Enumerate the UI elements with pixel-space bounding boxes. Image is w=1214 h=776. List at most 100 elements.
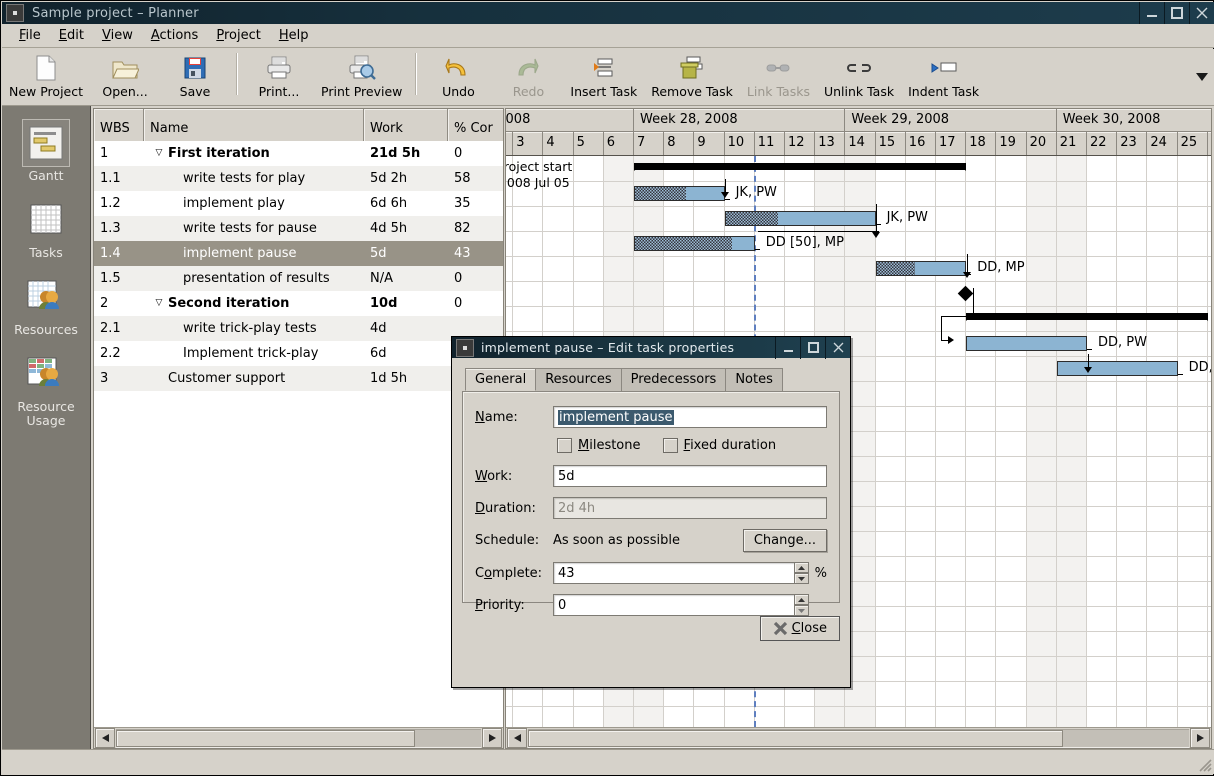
- dialog-close-button[interactable]: [825, 337, 850, 359]
- gantt-summary-bar[interactable]: [634, 163, 966, 170]
- hscroll-thumb[interactable]: [528, 730, 1063, 747]
- name-label: Name:: [475, 410, 553, 425]
- toolbar-label: Undo: [442, 84, 475, 99]
- printer-icon: [265, 54, 293, 82]
- toolbar-print[interactable]: Print...: [244, 52, 314, 99]
- table-row[interactable]: 1▽First iteration21d 5h0: [94, 141, 503, 166]
- priority-field[interactable]: 0: [553, 594, 795, 616]
- toolbar-undo[interactable]: Undo: [423, 52, 493, 99]
- dialog-tabs: General Resources Predecessors Notes: [465, 368, 840, 391]
- column-header-wbs[interactable]: WBS: [94, 109, 144, 141]
- minimize-button[interactable]: [1139, 2, 1164, 24]
- table-row[interactable]: 1.2implement play6d 6h35: [94, 191, 503, 216]
- cell-complete: 82: [448, 221, 503, 236]
- gantt-day-header: 14: [845, 132, 875, 155]
- column-header-complete[interactable]: % Cor: [448, 109, 503, 141]
- table-row[interactable]: 1.4implement pause5d43: [94, 241, 503, 266]
- toolbar-print-preview[interactable]: Print Preview: [314, 52, 409, 99]
- gantt-task-bar[interactable]: [876, 261, 967, 276]
- sidebar-item-tasks[interactable]: Tasks: [2, 197, 90, 260]
- resize-grip-icon[interactable]: [1196, 756, 1212, 772]
- menu-help[interactable]: Help: [270, 26, 318, 45]
- table-row[interactable]: 2.2Implement trick-play6d: [94, 341, 503, 366]
- name-field[interactable]: implement pause: [553, 406, 827, 428]
- gantt-bar-resource-label: JK, PW: [887, 210, 928, 225]
- gantt-hscrollbar[interactable]: [506, 727, 1211, 748]
- work-field[interactable]: 5d: [553, 465, 827, 487]
- spinner-down-button[interactable]: [794, 605, 809, 616]
- gantt-day-header: 3: [513, 132, 543, 155]
- gantt-task-bar[interactable]: [966, 336, 1087, 351]
- cell-complete: 0: [448, 146, 503, 161]
- sidebar-item-resource-usage[interactable]: Resource Usage: [2, 351, 90, 428]
- tab-resources[interactable]: Resources: [535, 368, 621, 391]
- close-button-label: Close: [792, 621, 827, 636]
- duration-row: Duration: 2d 4h: [475, 497, 827, 519]
- toolbar-remove-task[interactable]: Remove Task: [644, 52, 740, 99]
- hscroll-thumb[interactable]: [116, 730, 415, 747]
- spinner-up-button[interactable]: [794, 562, 809, 573]
- gantt-bar-resource-label: DD, MP: [977, 260, 1024, 275]
- toolbar-save[interactable]: Save: [160, 52, 230, 99]
- menu-edit[interactable]: Edit: [50, 26, 93, 45]
- toolbar-overflow-button[interactable]: [1190, 52, 1214, 102]
- gantt-task-bar[interactable]: [634, 186, 725, 201]
- toolbar-open[interactable]: Open...: [90, 52, 160, 99]
- toolbar-new-project[interactable]: New Project: [2, 52, 90, 99]
- close-button[interactable]: [1189, 2, 1214, 24]
- toolbar-unlink-task[interactable]: Unlink Task: [817, 52, 901, 99]
- sidebar-item-resources[interactable]: Resources: [2, 274, 90, 337]
- hscroll-track[interactable]: [116, 729, 481, 748]
- dialog-maximize-button[interactable]: [800, 337, 825, 359]
- hscroll-track[interactable]: [528, 729, 1189, 748]
- table-row[interactable]: 1.3write tests for pause4d 5h82: [94, 216, 503, 241]
- sidebar-item-gantt[interactable]: Gantt: [2, 120, 90, 183]
- menu-view[interactable]: View: [93, 26, 142, 45]
- schedule-label: Schedule:: [475, 533, 553, 548]
- maximize-button[interactable]: [1164, 2, 1189, 24]
- gantt-task-bar[interactable]: [1057, 361, 1178, 376]
- scroll-left-button[interactable]: [507, 728, 527, 748]
- gantt-task-bar[interactable]: [725, 211, 876, 226]
- task-table-header: WBS Name Work % Cor: [94, 109, 503, 142]
- gantt-task-bar[interactable]: [634, 236, 755, 251]
- scroll-right-button[interactable]: [1190, 728, 1210, 748]
- task-table-hscrollbar[interactable]: [94, 727, 503, 748]
- tab-general[interactable]: General: [465, 368, 536, 391]
- menu-project[interactable]: Project: [207, 26, 270, 45]
- fixed-duration-checkbox[interactable]: [663, 438, 678, 453]
- milestone-checkbox[interactable]: [557, 438, 572, 453]
- spinner-up-button[interactable]: [794, 594, 809, 605]
- complete-field[interactable]: 43: [553, 562, 795, 584]
- toolbar-insert-task[interactable]: Insert Task: [563, 52, 644, 99]
- cell-work: 1d 5h: [364, 371, 448, 386]
- priority-spinner[interactable]: [794, 594, 809, 616]
- menu-file[interactable]: File: [10, 26, 50, 45]
- table-row[interactable]: 3Customer support1d 5h: [94, 366, 503, 391]
- toolbar-indent-task[interactable]: Indent Task: [901, 52, 986, 99]
- maximize-icon: [807, 341, 820, 354]
- table-row[interactable]: 1.5presentation of resultsN/A0: [94, 266, 503, 291]
- row-expander-icon[interactable]: ▽: [150, 149, 168, 158]
- row-expander-icon[interactable]: ▽: [150, 299, 168, 308]
- gantt-summary-bar[interactable]: [966, 313, 1208, 320]
- cell-work: 5d 2h: [364, 171, 448, 186]
- change-schedule-button[interactable]: Change...: [743, 529, 827, 552]
- tab-predecessors[interactable]: Predecessors: [621, 368, 727, 391]
- toolbar: New Project Open... Save Print...: [2, 49, 1214, 106]
- work-row: Work: 5d: [475, 465, 827, 487]
- scroll-right-button[interactable]: [482, 728, 502, 748]
- table-row[interactable]: 2▽Second iteration10d0: [94, 291, 503, 316]
- column-header-work[interactable]: Work: [364, 109, 448, 141]
- tab-notes[interactable]: Notes: [725, 368, 783, 391]
- gantt-progress-fill: [635, 187, 686, 200]
- dialog-minimize-button[interactable]: [775, 337, 800, 359]
- table-row[interactable]: 2.1write trick-play tests4d: [94, 316, 503, 341]
- column-header-name[interactable]: Name: [144, 109, 364, 141]
- dialog-close-action-button[interactable]: Close: [760, 616, 840, 641]
- menu-actions[interactable]: Actions: [142, 26, 208, 45]
- table-row[interactable]: 1.1write tests for play5d 2h58: [94, 166, 503, 191]
- spinner-down-button[interactable]: [794, 573, 809, 584]
- scroll-left-button[interactable]: [95, 728, 115, 748]
- complete-spinner[interactable]: [794, 562, 809, 584]
